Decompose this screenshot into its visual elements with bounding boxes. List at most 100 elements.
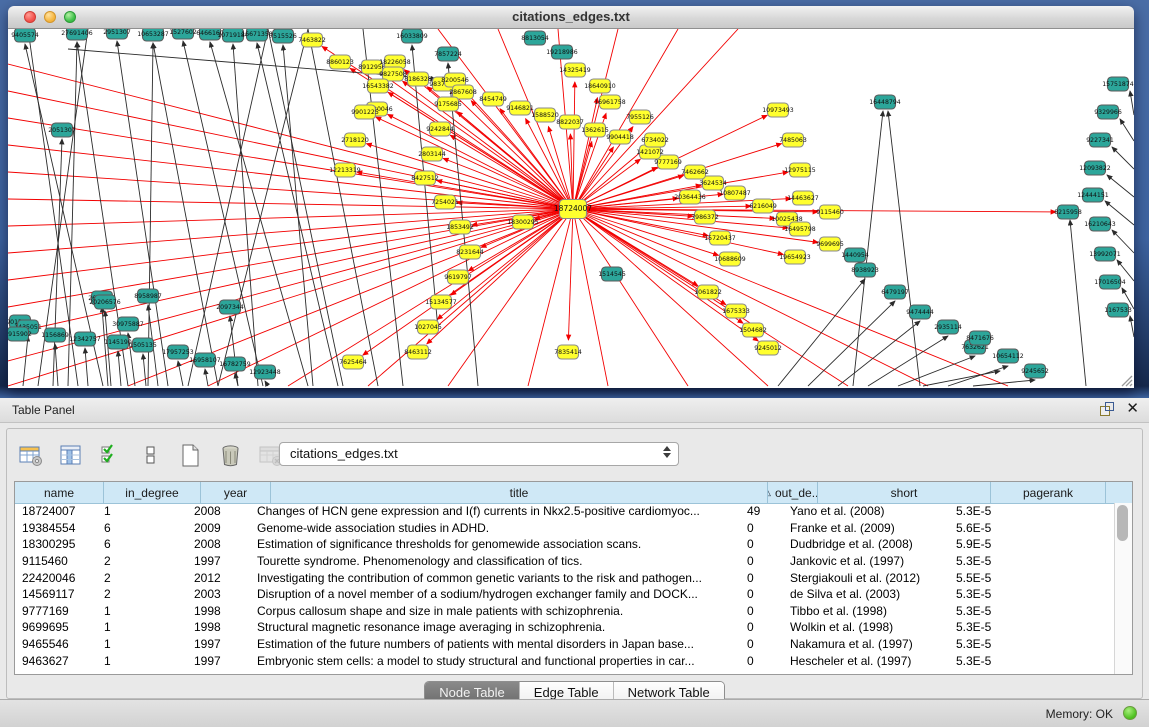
svg-text:18640910: 18640910 bbox=[584, 83, 616, 90]
svg-text:16543382: 16543382 bbox=[362, 83, 394, 90]
column-header-in_degree[interactable]: in_degree bbox=[104, 482, 201, 503]
svg-text:8938923: 8938923 bbox=[851, 267, 879, 274]
table-cell: 5.3E-5 bbox=[949, 654, 1057, 668]
table-cell: 22420046 bbox=[15, 571, 97, 585]
svg-text:16033809: 16033809 bbox=[396, 33, 428, 40]
svg-text:6734022: 6734022 bbox=[641, 137, 669, 144]
table-cell: 9465546 bbox=[15, 637, 97, 651]
float-panel-icon[interactable] bbox=[1100, 402, 1114, 416]
row-height-icon[interactable] bbox=[137, 442, 164, 469]
svg-text:7254021: 7254021 bbox=[431, 199, 459, 206]
svg-text:7986372: 7986372 bbox=[691, 214, 719, 221]
table-panel-body: f(x) citations_edges.txt namein_degreeye… bbox=[6, 428, 1143, 699]
table-cell: 5.5E-5 bbox=[949, 571, 1057, 585]
resize-grip-icon[interactable] bbox=[1119, 373, 1133, 387]
table-cell: 1 bbox=[97, 604, 187, 618]
svg-text:8813054: 8813054 bbox=[521, 35, 549, 42]
table-settings-icon[interactable] bbox=[17, 442, 44, 469]
table-cell: 9777169 bbox=[15, 604, 97, 618]
column-header-year[interactable]: year bbox=[201, 482, 271, 503]
svg-text:1167533: 1167533 bbox=[1104, 307, 1132, 314]
table-row[interactable]: 946362711997Embryonic stem cells: a mode… bbox=[15, 652, 1115, 669]
svg-text:8463112: 8463112 bbox=[404, 349, 432, 356]
svg-text:16782759: 16782759 bbox=[219, 361, 251, 368]
network-graph[interactable]: 9405574276914062951307106532871527602646… bbox=[8, 29, 1134, 388]
table-row[interactable]: 1456911722003Disruption of a novel membe… bbox=[15, 586, 1115, 603]
table-row[interactable]: 1872400712008Changes of HCN gene express… bbox=[15, 503, 1115, 520]
svg-text:12093822: 12093822 bbox=[1079, 165, 1111, 172]
svg-text:15751874: 15751874 bbox=[1102, 81, 1134, 88]
table-cell: 18300295 bbox=[15, 537, 97, 551]
svg-text:9329966: 9329966 bbox=[1094, 109, 1122, 116]
network-desktop: citations_edges.txt 9405574 27691406 29513… bbox=[0, 0, 1149, 398]
column-checklist-icon[interactable] bbox=[97, 442, 124, 469]
column-header-pagerank[interactable]: pagerank bbox=[991, 482, 1106, 503]
svg-text:7463822: 7463822 bbox=[298, 37, 326, 44]
svg-text:8454749: 8454749 bbox=[479, 96, 507, 103]
svg-text:9245012: 9245012 bbox=[754, 345, 782, 352]
svg-text:1421072: 1421072 bbox=[636, 149, 664, 156]
table-cell: Yano et al. (2008) bbox=[783, 504, 949, 518]
svg-text:9827508: 9827508 bbox=[379, 71, 407, 78]
table-cell: 0 bbox=[740, 620, 783, 634]
table-scrollbar[interactable] bbox=[1114, 503, 1132, 674]
new-document-icon[interactable] bbox=[177, 442, 204, 469]
svg-text:7485063: 7485063 bbox=[779, 137, 807, 144]
table-selector-dropdown[interactable]: citations_edges.txt bbox=[279, 442, 679, 466]
table-row[interactable]: 946554611997Estimation of the future num… bbox=[15, 636, 1115, 653]
node-table-body: 1872400712008Changes of HCN gene express… bbox=[15, 503, 1115, 674]
table-cell: Genome-wide association studies in ADHD. bbox=[250, 521, 740, 535]
svg-text:18300295: 18300295 bbox=[507, 219, 539, 226]
svg-text:27691406: 27691406 bbox=[61, 30, 93, 37]
table-cell: 0 bbox=[740, 604, 783, 618]
svg-text:9405574: 9405574 bbox=[11, 32, 39, 39]
svg-text:12975115: 12975115 bbox=[784, 167, 816, 174]
column-header-out_de[interactable]: △out_de... bbox=[768, 482, 818, 503]
svg-text:8427512: 8427512 bbox=[411, 175, 439, 182]
column-header-short[interactable]: short bbox=[818, 482, 991, 503]
svg-text:8186328: 8186328 bbox=[404, 76, 432, 83]
svg-text:8860123: 8860123 bbox=[326, 59, 354, 66]
table-cell: Wolkin et al. (1998) bbox=[783, 620, 949, 634]
svg-text:1156869: 1156869 bbox=[41, 332, 69, 339]
column-header-name[interactable]: name bbox=[15, 482, 104, 503]
table-row[interactable]: 1938455462009Genome-wide association stu… bbox=[15, 520, 1115, 537]
table-cell: de Silva et al. (2003) bbox=[783, 587, 949, 601]
svg-text:1504682: 1504682 bbox=[739, 327, 767, 334]
svg-text:2951307: 2951307 bbox=[103, 29, 131, 36]
svg-text:3915902: 3915902 bbox=[8, 331, 32, 338]
svg-text:1145190: 1145190 bbox=[104, 339, 132, 346]
memory-status-icon[interactable] bbox=[1123, 706, 1137, 720]
svg-text:3624534: 3624534 bbox=[699, 180, 727, 187]
table-row[interactable]: 977716911998Corpus callosum shape and si… bbox=[15, 603, 1115, 620]
table-row[interactable]: 911546021997Tourette syndrome. Phenomeno… bbox=[15, 553, 1115, 570]
table-selector-value: citations_edges.txt bbox=[290, 446, 398, 461]
table-cell: 1997 bbox=[187, 637, 250, 651]
svg-text:20364436: 20364436 bbox=[674, 194, 706, 201]
table-panel-title: Table Panel bbox=[12, 403, 75, 417]
table-cell: 5.9E-5 bbox=[949, 537, 1057, 551]
close-panel-icon[interactable]: ✕ bbox=[1126, 402, 1139, 416]
table-cell: 5.3E-5 bbox=[949, 620, 1057, 634]
trash-icon[interactable] bbox=[217, 442, 244, 469]
table-row[interactable]: 2242004622012Investigating the contribut… bbox=[15, 569, 1115, 586]
svg-text:2097344: 2097344 bbox=[216, 304, 244, 311]
network-window-titlebar[interactable]: citations_edges.txt bbox=[8, 6, 1134, 29]
svg-text:10654112: 10654112 bbox=[992, 353, 1024, 360]
table-row[interactable]: 969969511998Structural magnetic resonanc… bbox=[15, 619, 1115, 636]
network-window-title: citations_edges.txt bbox=[8, 9, 1134, 24]
column-header-title[interactable]: title bbox=[271, 482, 768, 503]
svg-text:1061822: 1061822 bbox=[694, 289, 722, 296]
table-row[interactable]: 1830029562008Estimation of significance … bbox=[15, 536, 1115, 553]
table-cell: Investigating the contribution of common… bbox=[250, 571, 740, 585]
table-cell: 9699695 bbox=[15, 620, 97, 634]
svg-text:1440954: 1440954 bbox=[841, 252, 869, 259]
svg-text:1527602: 1527602 bbox=[169, 29, 197, 36]
svg-text:9175685: 9175685 bbox=[434, 101, 462, 108]
table-cell: 0 bbox=[740, 637, 783, 651]
svg-text:2718120: 2718120 bbox=[341, 137, 369, 144]
table-scrollbar-thumb[interactable] bbox=[1117, 505, 1128, 541]
table-columns-icon[interactable] bbox=[57, 442, 84, 469]
svg-text:8200546: 8200546 bbox=[441, 77, 469, 84]
network-canvas[interactable]: 9405574276914062951307106532871527602646… bbox=[8, 29, 1134, 388]
